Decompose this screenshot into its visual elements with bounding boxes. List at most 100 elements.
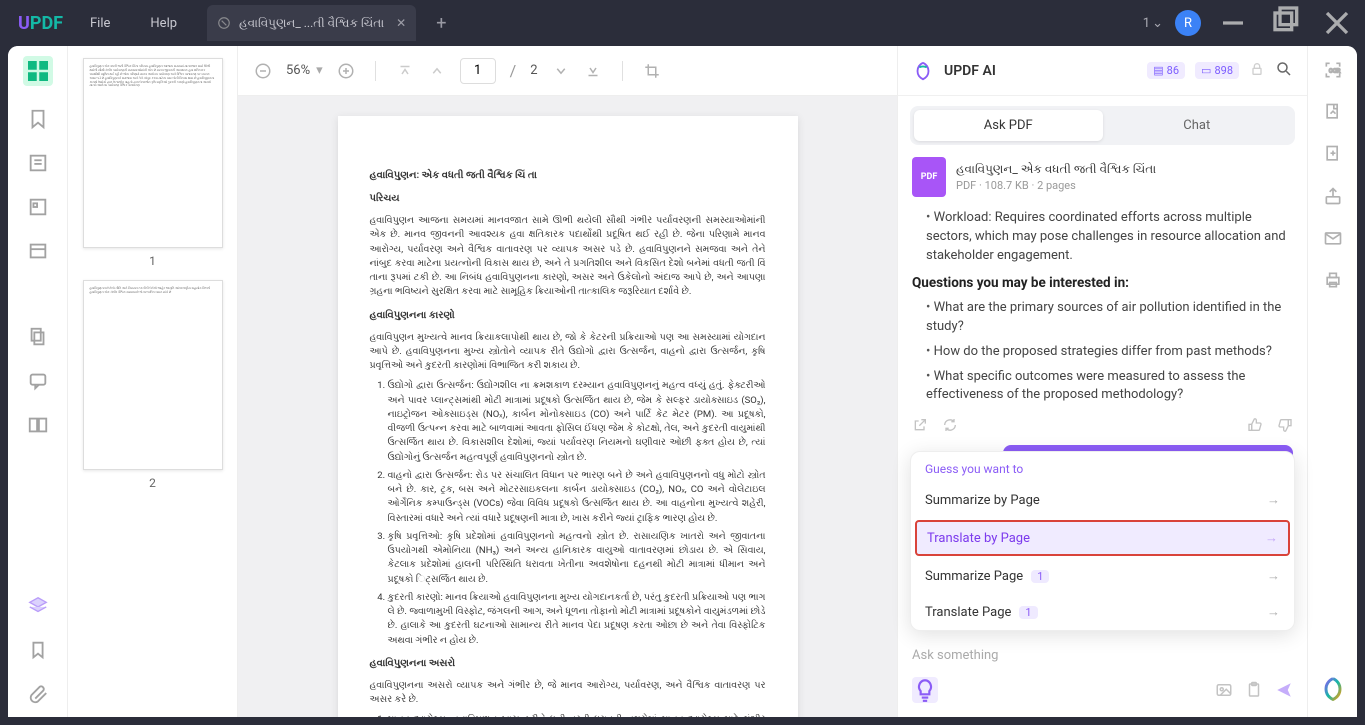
first-page-button[interactable] [396,62,414,80]
causes-heading: હવાવિપુણનના કારણો [370,308,766,323]
suggest-translate-by-page[interactable]: Translate by Page → [915,520,1290,556]
ai-input-area [898,630,1307,717]
ai-tabs: Ask PDF Chat [910,106,1295,145]
share-icon[interactable] [912,417,928,433]
doc-title: હવાવિપુણન: એક વધતી જતી વૈશ્વિક ચિં તા [370,168,766,183]
menu-help[interactable]: Help [150,16,177,31]
suggested-question[interactable]: What are the primary sources of air poll… [926,299,1293,337]
close-button[interactable] [1317,3,1357,43]
page-input[interactable] [460,58,496,84]
chevron-down-icon: ⌄ [1152,16,1163,31]
causes-list: ઉદ્યોગો દ્વારા ઉત્સર્જન: ઉદ્યોગશીલ ના ક્… [370,379,766,648]
refresh-icon[interactable] [942,417,958,433]
tab-title: હવાવિપુણન_ ...તી વૈશ્વિક ચિંતા [239,16,384,31]
layers-icon[interactable] [27,595,49,617]
ai-float-icon[interactable] [1319,675,1347,703]
minimize-button[interactable] [1213,3,1253,43]
questions-heading: Questions you may be interested in: [912,274,1293,294]
pdf-icon: PDF [912,157,946,197]
bookmark-nav-icon[interactable] [27,639,49,661]
text-tool-icon[interactable] [27,152,49,174]
menu-file[interactable]: File [90,16,110,31]
causes-intro: હવાવિપુણન મુખ્યત્વે માનવ ક્રિયાકલાપોથી થ… [370,331,766,374]
logo-u: U [18,13,30,34]
list-item: વાહનો દ્વારા ઉત્સર્જન: રોડ પર સંચાલિત વિ… [388,469,766,526]
suggested-question[interactable]: How do the proposed strategies differ fr… [926,343,1293,362]
intro-text: હવાવિપુણન આજના સમયમાં માનવજાત સામે ઊભી થ… [370,214,766,300]
tab-ask-pdf[interactable]: Ask PDF [914,110,1103,141]
suggested-question[interactable]: What specific outcomes were measured to … [926,368,1293,406]
tab-close-button[interactable]: ✕ [396,16,406,30]
export-icon[interactable] [1323,102,1343,122]
menu-bar: File Help [90,16,177,31]
thumbs-up-icon[interactable] [1247,417,1263,433]
organize-tool-icon[interactable] [27,326,49,348]
edit-tool-icon[interactable] [27,240,49,262]
clipboard-icon[interactable] [1245,681,1263,699]
document-tab[interactable]: હવાવિપુણન_ ...તી વૈશ્વિક ચિંતા ✕ [207,5,416,41]
maximize-button[interactable] [1265,3,1305,43]
ai-title: UPDF AI [944,63,996,79]
comment-tool-icon[interactable] [27,370,49,392]
chat-icon: ▭ [1201,64,1211,77]
tab-chat[interactable]: Chat [1103,110,1292,141]
send-button[interactable] [1275,681,1293,699]
ai-doc-name: હવાવિપુણન_ એક વધતી જતી વૈશ્વિક ચિંતા [956,162,1156,177]
thumbs-down-icon[interactable] [1277,417,1293,433]
message-actions [912,411,1293,445]
document-area: 56% ▾ / 2 હવાવિપુણન: એક વધતી જતી વૈશ્વિક… [238,46,897,717]
user-avatar[interactable]: R [1175,10,1201,36]
counter[interactable]: 1 ⌄ [1143,16,1163,31]
share-icon[interactable] [1323,186,1343,206]
suggest-translate-page[interactable]: Translate Page1 → [911,594,1294,630]
document-page: હવાવિપુણન: એક વધતી જતી વૈશ્વિક ચિં તા પર… [338,116,798,717]
effects-list: માનવ આરોગ્ય: હવાવિપુણન ખાસ કરીને ધની વસ્… [370,713,766,717]
logo-pdf: PDF [30,13,63,34]
effects-heading: હવાવિપુણનના અસરો [370,656,766,671]
crop-button[interactable] [643,62,661,80]
email-icon[interactable] [1323,228,1343,248]
zoom-out-button[interactable] [254,62,272,80]
attachment-icon[interactable] [27,683,49,705]
ocr-icon[interactable]: OCR [1323,60,1343,80]
thumbnail-2[interactable]: હવાવિપુણનના ઉકેલો નીતિ અને નિયમન તકનીકી … [76,280,229,490]
ai-input[interactable] [912,640,1293,671]
suggest-summarize-page[interactable]: Summarize Page1 → [911,558,1294,594]
thumbnails-icon[interactable] [23,56,53,86]
thumb-preview: હવાવિપુણનના ઉકેલો નીતિ અને નિયમન તકનીકી … [83,280,223,470]
prompt-ideas-button[interactable] [912,677,938,703]
last-page-button[interactable] [584,62,602,80]
badge-words[interactable]: ▭898 [1195,62,1239,79]
lock-icon[interactable] [1249,61,1265,81]
page-icon: ▤ [1153,64,1163,77]
thumbnail-panel: હવાવિપુણન એક વધતી જતી વૈશ્વિક ચિંતા પરિચ… [68,46,238,717]
thumbnail-1[interactable]: હવાવિપુણન એક વધતી જતી વૈશ્વિક ચિંતા પરિચ… [76,58,229,268]
form-tool-icon[interactable] [27,196,49,218]
badge-pages[interactable]: ▤86 [1147,62,1185,79]
document-scroll[interactable]: હવાવિપુણન: એક વધતી જતી વૈશ્વિક ચિં તા પર… [238,96,897,717]
print-icon[interactable] [1323,270,1343,290]
compare-tool-icon[interactable] [27,414,49,436]
suggest-summarize-by-page[interactable]: Summarize by Page → [911,482,1294,518]
next-page-button[interactable] [552,62,570,80]
bookmark-tool-icon[interactable] [27,108,49,130]
convert-icon[interactable] [1323,144,1343,164]
ai-bullet: Workload: Requires coordinated efforts a… [926,209,1293,266]
page-separator: / [510,61,517,80]
titlebar: UPDF File Help હવાવિપુણન_ ...તી વૈશ્વિક … [0,0,1365,46]
suggestion-popup: Guess you want to Summarize by Page → Tr… [910,451,1295,631]
new-tab-button[interactable]: + [436,13,446,34]
chevron-down-icon: ▾ [316,63,323,78]
main-area: હવાવિપુણન એક વધતી જતી વૈશ્વિક ચિંતા પરિચ… [8,46,1357,717]
zoom-in-button[interactable] [337,62,355,80]
image-icon[interactable] [1215,681,1233,699]
list-item: માનવ આરોગ્ય: હવાવિપુણન ખાસ કરીને ધની વસ્… [388,713,766,717]
search-icon[interactable] [1275,60,1293,82]
ai-doc-meta: PDF · 108.7 KB · 2 pages [956,179,1156,192]
thumb-number: 2 [76,476,229,490]
count-badge: 1 [1019,606,1037,619]
thumb-preview: હવાવિપુણન એક વધતી જતી વૈશ્વિક ચિંતા પરિચ… [83,58,223,248]
prev-page-button[interactable] [428,62,446,80]
zoom-level[interactable]: 56% ▾ [286,63,323,78]
arrow-right-icon: → [1265,530,1278,546]
